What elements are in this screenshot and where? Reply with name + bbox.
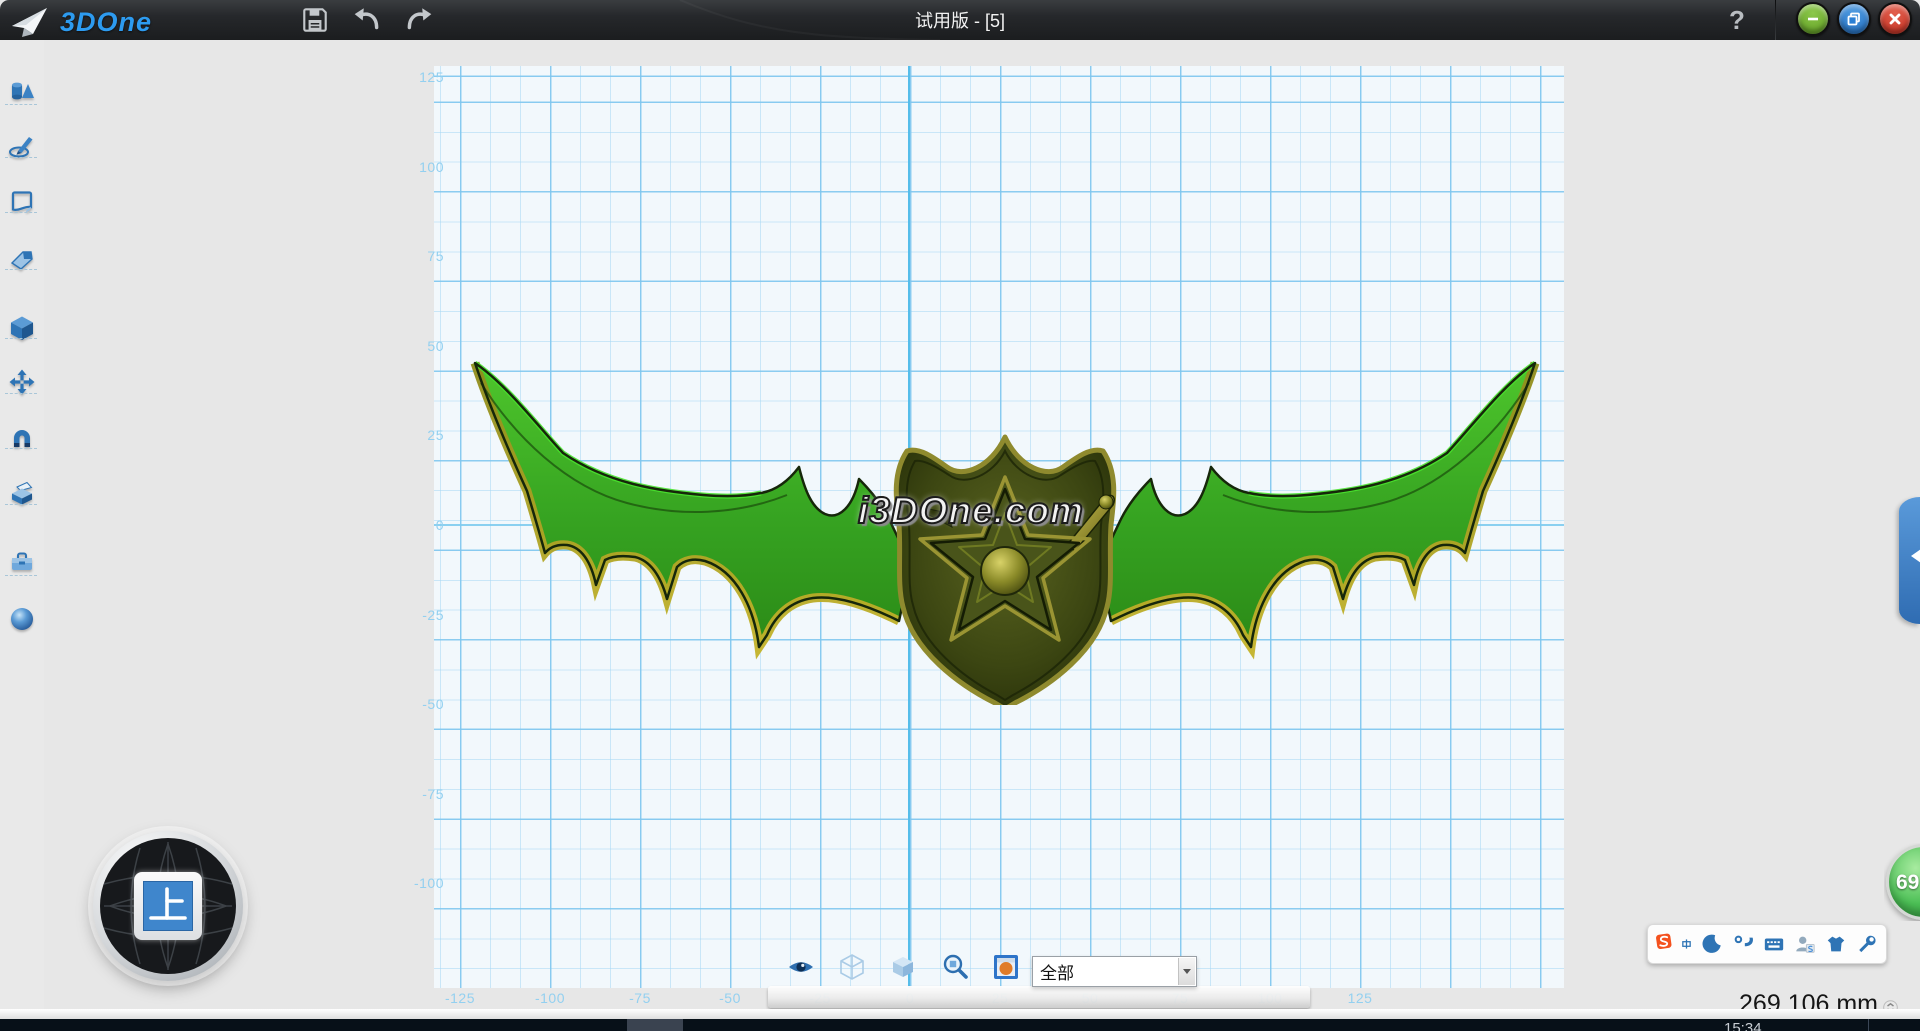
y-axis-tick-label: 50 (398, 338, 444, 354)
sidebar-separator (5, 575, 37, 576)
ime-skin-icon[interactable] (1825, 933, 1847, 955)
display-filter-select[interactable]: 全部 (1032, 956, 1197, 987)
viewbar-render-view[interactable] (991, 952, 1021, 982)
save-button[interactable] (300, 5, 330, 35)
sidebar-tool-eraser-trim[interactable] (8, 244, 36, 272)
y-axis-tick-label: -75 (398, 786, 444, 802)
watermark-text: i3DOne.com (858, 490, 1084, 532)
titlebar-divider (1775, 0, 1776, 40)
sidebar-separator (5, 448, 37, 449)
x-axis-tick-label: -125 (437, 990, 483, 1006)
y-axis-tick-label: 25 (398, 427, 444, 443)
collapsed-tray-bar[interactable] (768, 986, 1310, 1008)
view-cube-top-face[interactable] (143, 881, 193, 931)
side-panel-handle[interactable] (1899, 497, 1920, 624)
ime-keyboard-icon[interactable] (1763, 933, 1785, 955)
model-shield[interactable] (896, 437, 1114, 705)
sidebar-tool-sketch-draw[interactable] (8, 132, 36, 160)
tool-sidebar (0, 40, 44, 1017)
y-axis-tick-label: -50 (398, 696, 444, 712)
ime-settings-icon[interactable] (1856, 933, 1878, 955)
help-button[interactable]: ? (1720, 3, 1754, 37)
y-axis-tick-label: 0 (398, 517, 444, 533)
x-axis-tick-label: -50 (707, 990, 753, 1006)
minimize-button[interactable] (1796, 2, 1830, 36)
chevron-left-icon (1904, 549, 1920, 563)
sidebar-tool-move-transform[interactable] (8, 368, 36, 396)
x-axis-tick-label: -75 (617, 990, 663, 1006)
model-right-blade[interactable] (1099, 363, 1535, 647)
sidebar-separator (5, 393, 37, 394)
sidebar-tool-toolbox[interactable] (8, 548, 36, 576)
y-axis-tick-label: -25 (398, 607, 444, 623)
badge-value: 69 (1896, 871, 1919, 895)
taskbar-clock: 15:34 (1724, 1020, 1762, 1031)
sidebar-tool-material-sphere[interactable] (8, 605, 36, 633)
window-bottom-edge (0, 1009, 1920, 1019)
os-taskbar: 15:34 (0, 1019, 1920, 1031)
paper-plane-icon (10, 4, 50, 40)
sidebar-tool-magnet-snap[interactable] (8, 423, 36, 451)
viewbar-shaded-cube[interactable] (888, 952, 918, 982)
chinese-mode-icon[interactable] (1681, 933, 1692, 955)
sidebar-tool-combine-boolean[interactable] (8, 478, 36, 506)
app-name: 3DOne (60, 7, 152, 38)
sidebar-separator (5, 504, 37, 505)
3done-application-window: 3DOne 试用版 - [5] ? 125 100 75 50 25 0 -25 -50 -75… (0, 0, 1920, 1031)
sidebar-separator (5, 269, 37, 270)
viewbar-zoom-magnifier[interactable] (940, 952, 970, 982)
titlebar-quick-tools (300, 5, 434, 35)
window-controls (1796, 2, 1912, 36)
taskbar-app-button[interactable] (627, 1019, 683, 1031)
x-axis-tick-label: -100 (527, 990, 573, 1006)
window-title: 试用版 - [5] (0, 0, 1920, 40)
ime-account-icon[interactable] (1794, 933, 1816, 955)
viewbar-visibility-eye[interactable] (786, 952, 816, 982)
ime-punctuation-icon[interactable] (1732, 933, 1754, 955)
restore-button[interactable] (1837, 2, 1871, 36)
y-axis-tick-label: 100 (398, 159, 444, 175)
dropdown-arrow-button[interactable] (1178, 958, 1195, 985)
redo-button[interactable] (404, 5, 434, 35)
ime-moon-icon[interactable] (1701, 933, 1723, 955)
floating-badge-clip: 69 (1884, 843, 1920, 921)
viewbar-wireframe-cube[interactable] (837, 952, 867, 982)
view-cube-navigator[interactable] (93, 831, 243, 981)
model-left-blade[interactable] (475, 363, 911, 647)
sogou-logo-icon[interactable] (1656, 925, 1672, 957)
sidebar-separator (5, 338, 37, 339)
taskbar-divider (1868, 1019, 1869, 1031)
display-filter-value: 全部 (1033, 959, 1178, 984)
title-bar: 3DOne 试用版 - [5] ? (0, 0, 1920, 40)
sidebar-separator (5, 212, 37, 213)
face-label-up-glyph (144, 882, 192, 930)
x-axis-tick-label: 125 (1337, 990, 1383, 1006)
sidebar-separator (5, 104, 37, 105)
sidebar-tool-primitive-solids[interactable] (8, 77, 36, 105)
y-axis-tick-label: 75 (398, 248, 444, 264)
star-center-orb (981, 547, 1029, 595)
undo-button[interactable] (352, 5, 382, 35)
close-button[interactable] (1878, 2, 1912, 36)
y-axis-tick-label: 125 (398, 69, 444, 85)
score-badge[interactable]: 69 (1886, 844, 1920, 920)
y-axis-tick-label: -100 (398, 875, 444, 891)
ime-toolbar (1647, 924, 1887, 964)
app-logo: 3DOne (10, 4, 152, 40)
sidebar-separator (5, 157, 37, 158)
